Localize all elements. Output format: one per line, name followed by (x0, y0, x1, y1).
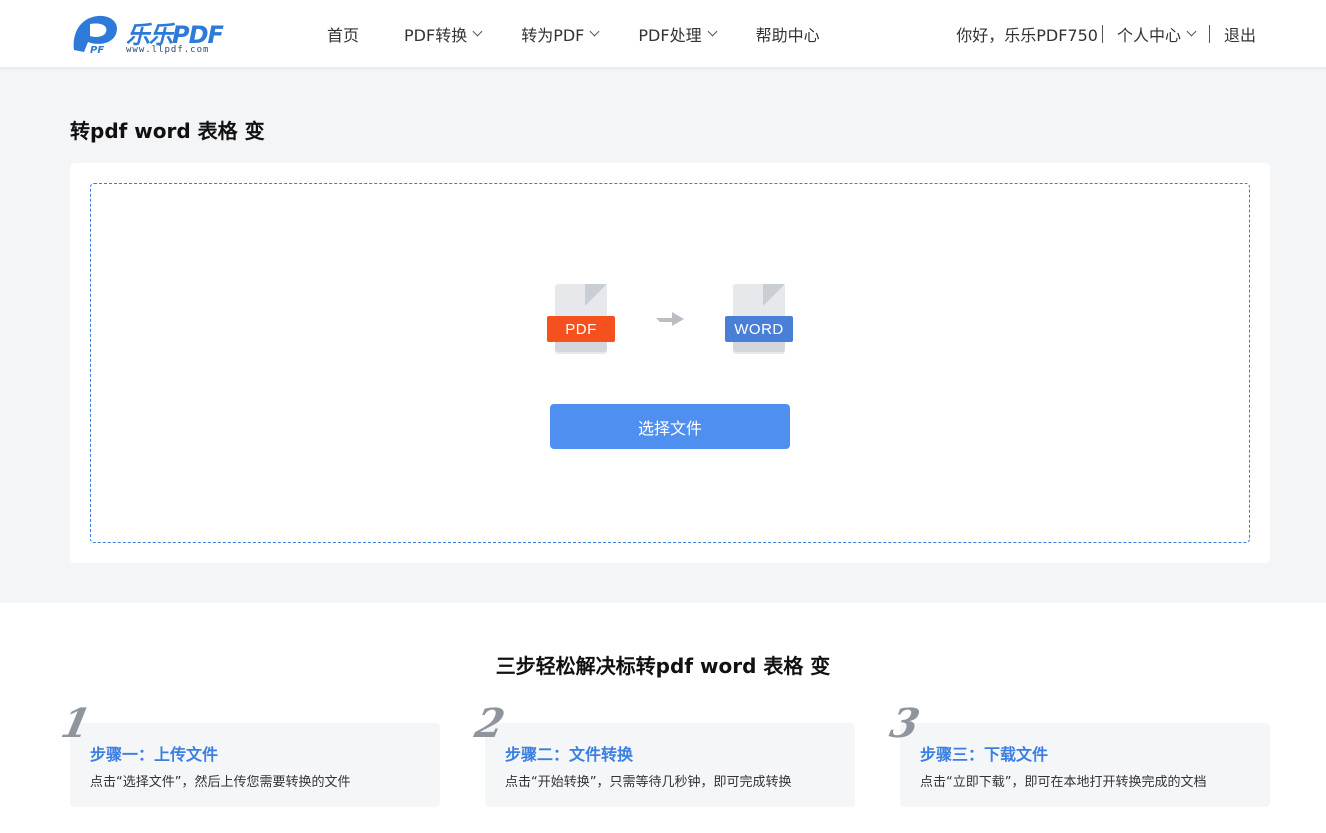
nav-to-pdf-label: 转为PDF (521, 25, 585, 45)
site-logo[interactable]: PF 乐乐PDF www.llpdf.com (68, 12, 238, 56)
pdf-file-icon: PDF (547, 284, 617, 356)
logout-link[interactable]: 退出 (1224, 22, 1256, 46)
user-center-label: 个人中心 (1116, 25, 1181, 45)
nav-help-label: 帮助中心 (755, 25, 820, 45)
select-file-button[interactable]: 选择文件 (550, 404, 790, 449)
nav-pdf-convert-label: PDF转换 (404, 25, 468, 45)
step-title: 步骤二：文件转换 (505, 745, 634, 764)
main-area: 转pdf word 表格 变 PDF WORD 选择文件 (0, 67, 1326, 603)
step-desc: 点击“立即下载”，即可在本地打开转换完成的文档 (920, 775, 1207, 790)
step-title: 步骤三：下载文件 (920, 745, 1049, 764)
steps-title: 三步轻松解决标转pdf word 表格 变 (495, 654, 831, 678)
nav-help[interactable]: 帮助中心 (756, 22, 820, 46)
step-card-2: 步骤二：文件转换 点击“开始转换”，只需等待几秒钟，即可完成转换 (485, 723, 855, 807)
user-greeting: 你好，乐乐PDF750 (956, 25, 1098, 45)
divider (1208, 24, 1210, 43)
step-desc: 点击“选择文件”，然后上传您需要转换的文件 (90, 775, 351, 790)
svg-text:PF: PF (90, 45, 104, 54)
file-dropzone[interactable]: PDF WORD 选择文件 (90, 183, 1250, 543)
nav-pdf-process[interactable]: PDF处理 (638, 22, 718, 46)
word-label: WORD (725, 316, 793, 342)
converter-card: PDF WORD 选择文件 (70, 163, 1270, 563)
logo-mark-icon: PF (73, 15, 118, 54)
user-center-menu[interactable]: 个人中心 (1116, 22, 1197, 46)
step-card-3: 步骤三：下载文件 点击“立即下载”，即可在本地打开转换完成的文档 (900, 723, 1270, 807)
top-header: PF 乐乐PDF www.llpdf.com 首页 PDF转换 转为PDF PD… (0, 0, 1326, 67)
chevron-down-icon (707, 26, 718, 37)
step-card-1: 步骤一：上传文件 点击“选择文件”，然后上传您需要转换的文件 (70, 723, 440, 807)
logo-url: www.llpdf.com (126, 45, 210, 55)
nav-pdf-convert[interactable]: PDF转换 (404, 22, 483, 46)
page-title: 转pdf word 表格 变 (70, 119, 265, 143)
user-area: 你好，乐乐PDF750 个人中心 退出 (956, 0, 1256, 67)
arrow-right-icon (656, 312, 684, 326)
chevron-down-icon (472, 26, 483, 37)
step-desc: 点击“开始转换”，只需等待几秒钟，即可完成转换 (505, 775, 792, 790)
chevron-down-icon (589, 26, 600, 37)
divider (1101, 24, 1103, 43)
step-title: 步骤一：上传文件 (90, 745, 219, 764)
pdf-label: PDF (547, 316, 615, 342)
nav-home-label: 首页 (327, 25, 360, 45)
nav-to-pdf[interactable]: 转为PDF (521, 22, 600, 46)
nav-home[interactable]: 首页 (327, 22, 359, 46)
chevron-down-icon (1186, 26, 1197, 37)
nav-pdf-process-label: PDF处理 (638, 25, 702, 45)
main-nav: 首页 PDF转换 转为PDF PDF处理 帮助中心 (310, 0, 860, 67)
word-file-icon: WORD (725, 284, 795, 356)
